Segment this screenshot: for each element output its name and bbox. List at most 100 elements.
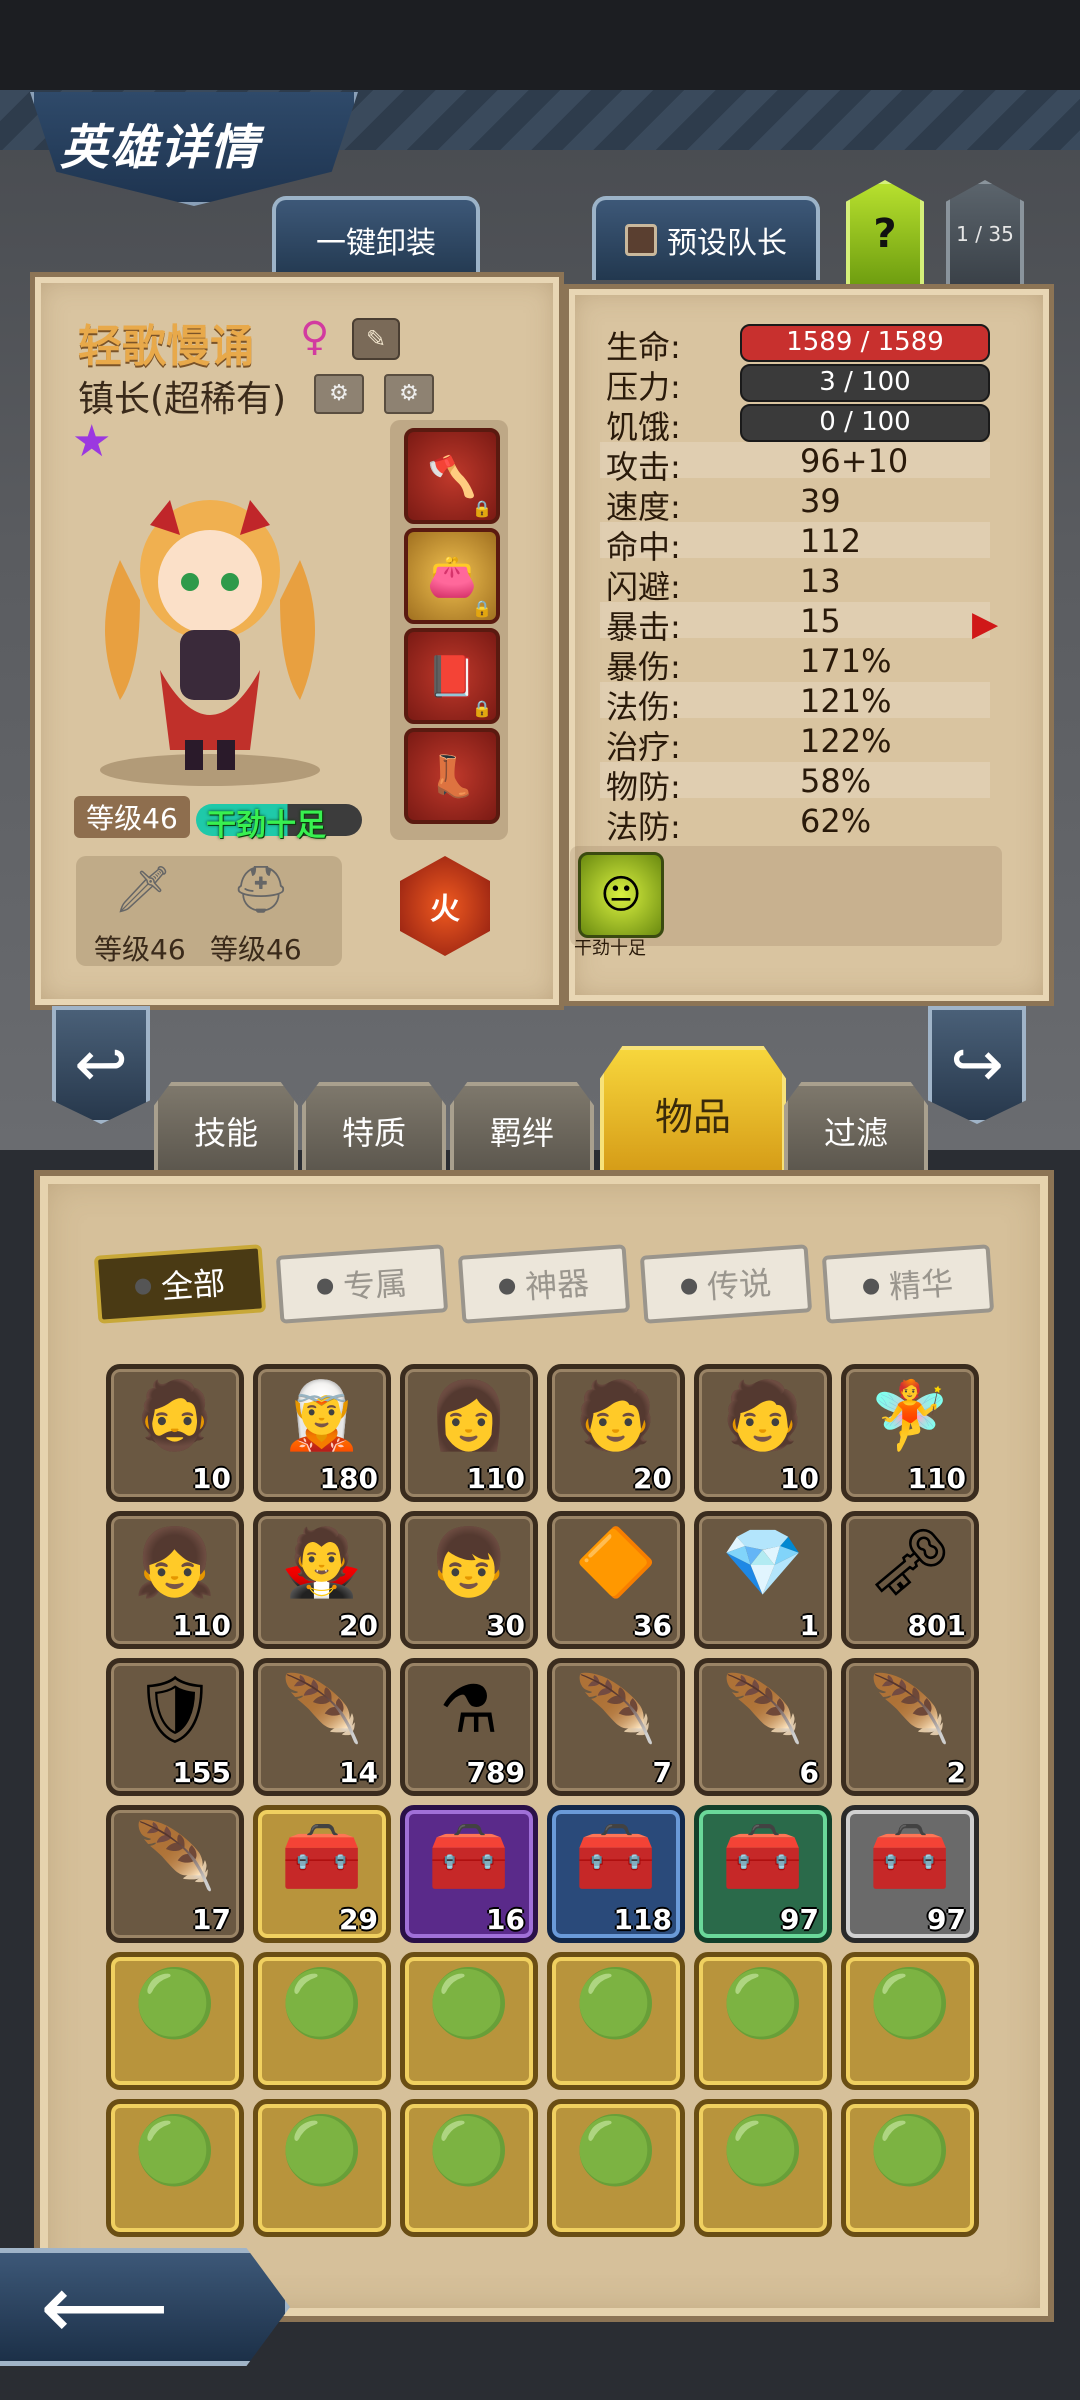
item-count: 20 [633, 1462, 672, 1495]
sword-icon[interactable]: 🗡 [98, 862, 188, 922]
hero-portrait-icon: 🧚 [868, 1377, 952, 1454]
inventory-slot[interactable]: 🪶 14 [253, 1658, 391, 1796]
stat-label: 法防: [606, 808, 681, 846]
hero-pager: 1 / 35 [946, 180, 1024, 288]
green-feather-icon: 🪶 [574, 1671, 658, 1748]
equip-slot-boots[interactable]: 👢 [404, 728, 500, 824]
equip-slot-bag[interactable]: 👛 🔒 [404, 528, 500, 624]
filter-1[interactable]: 专属 [275, 1244, 449, 1324]
inventory-slot[interactable]: 🟢 [400, 2099, 538, 2237]
item-count: 155 [172, 1756, 231, 1789]
inventory-slot[interactable]: 🧰 118 [547, 1805, 685, 1943]
stat-value: 112 [800, 522, 862, 560]
golden-key-icon: 🗝 [868, 1524, 952, 1601]
green-orb-icon: 🟢 [721, 1965, 805, 2042]
boots-icon: 👢 [427, 753, 477, 800]
lock-icon: 🔒 [472, 699, 492, 718]
unequip-all-button[interactable]: 一键卸装 [272, 196, 480, 280]
inventory-slot[interactable]: 🪶 2 [841, 1658, 979, 1796]
female-symbol-icon: ♀ [300, 314, 330, 360]
tab-1[interactable]: 特质 [302, 1082, 446, 1176]
green-orb-icon: 🟢 [868, 1965, 952, 2042]
green-orb-icon: 🟢 [574, 2112, 658, 2189]
filter-0[interactable]: 全部 [93, 1244, 267, 1324]
inventory-slot[interactable]: 🟢 [841, 1952, 979, 2090]
inventory-slot[interactable]: 🧝 180 [253, 1364, 391, 1502]
mood-label: 干劲十足 [206, 808, 326, 843]
stat-bar: 0 / 100 [740, 404, 990, 442]
inventory-slot[interactable]: 🟢 [547, 1952, 685, 2090]
equip-slot-book[interactable]: 📕 🔒 [404, 628, 500, 724]
inventory-slot[interactable]: 🧚 110 [841, 1364, 979, 1502]
tab-0[interactable]: 技能 [154, 1082, 298, 1176]
inventory-slot[interactable]: 👧 110 [106, 1511, 244, 1649]
inventory-slot[interactable]: 🟢 [841, 2099, 979, 2237]
inventory-slot[interactable]: 🧰 16 [400, 1805, 538, 1943]
next-hero-button[interactable]: ↪ [928, 1006, 1026, 1124]
inventory-slot[interactable]: 🧔 10 [106, 1364, 244, 1502]
title-badge-icon[interactable]: ⚙ [314, 374, 364, 414]
inventory-slot[interactable]: 👦 30 [400, 1511, 538, 1649]
treasure-chest-icon: 🧰 [280, 1818, 364, 1895]
trait-icon[interactable]: 😐 [578, 852, 664, 938]
back-button[interactable]: ⟵ [0, 2248, 290, 2366]
expand-arrow-icon[interactable]: ▶ [972, 604, 998, 644]
green-orb-icon: 🟢 [133, 1965, 217, 2042]
green-orb-icon: 🟢 [280, 2112, 364, 2189]
item-count: 16 [486, 1903, 525, 1936]
tab-2[interactable]: 羁绊 [450, 1082, 594, 1176]
helmet-icon[interactable]: ⛑ [216, 862, 306, 922]
purple-feather-icon: 🪶 [721, 1671, 805, 1748]
equip-slot-weapon[interactable]: 🪓 🔒 [404, 428, 500, 524]
inventory-slot[interactable]: 🟢 [694, 1952, 832, 2090]
inventory-slot[interactable]: 👩 110 [400, 1364, 538, 1502]
help-icon: ? [873, 211, 897, 257]
item-count: 110 [907, 1462, 966, 1495]
tab-label: 过滤 [823, 1114, 888, 1152]
prev-hero-button[interactable]: ↩ [52, 1006, 150, 1124]
inventory-slot[interactable]: 🧰 97 [694, 1805, 832, 1943]
inventory-slot[interactable]: 🟢 [106, 1952, 244, 2090]
preset-leader-checkbox[interactable] [625, 224, 657, 256]
tab-4[interactable]: 过滤 [784, 1082, 928, 1176]
title-badge-icon-2[interactable]: ⚙ [384, 374, 434, 414]
inventory-slot[interactable]: 🧛 20 [253, 1511, 391, 1649]
inventory-slot[interactable]: 🧑 20 [547, 1364, 685, 1502]
green-orb-icon: 🟢 [868, 2112, 952, 2189]
inventory-slot[interactable]: 🧰 97 [841, 1805, 979, 1943]
edit-name-button[interactable]: ✎ [352, 318, 400, 360]
inventory-slot[interactable]: ⚗ 789 [400, 1658, 538, 1796]
inventory-slot[interactable]: 🪶 6 [694, 1658, 832, 1796]
inventory-slot[interactable]: 🪶 17 [106, 1805, 244, 1943]
inventory-slot[interactable]: 🟢 [253, 1952, 391, 2090]
filter-dot-icon [316, 1278, 334, 1296]
inventory-slot[interactable]: 🧰 29 [253, 1805, 391, 1943]
stat-row: 生命: 1589 / 1589 [600, 322, 990, 366]
inventory-slot[interactable]: 🧑 10 [694, 1364, 832, 1502]
inventory-slot[interactable]: 🪶 7 [547, 1658, 685, 1796]
hero-portrait[interactable] [60, 470, 360, 790]
green-orb-icon: 🟢 [721, 2112, 805, 2189]
inventory-slot[interactable]: 🟢 [694, 2099, 832, 2237]
tab-3[interactable]: 物品 [600, 1046, 786, 1176]
item-count: 110 [172, 1609, 231, 1642]
inventory-slot[interactable]: 🛡 155 [106, 1658, 244, 1796]
stat-row: 速度: 39 [600, 482, 990, 526]
rarity-star-icon: ★ [72, 416, 112, 467]
inventory-slot[interactable]: 🗝 801 [841, 1511, 979, 1649]
inventory-slot[interactable]: 🔶 36 [547, 1511, 685, 1649]
page-title: 英雄详情 [60, 120, 261, 176]
inventory-slot[interactable]: 🟢 [400, 1952, 538, 2090]
filter-2[interactable]: 神器 [457, 1244, 631, 1324]
inventory-slot[interactable]: 🟢 [253, 2099, 391, 2237]
preset-leader-button[interactable]: 预设队长 [592, 196, 820, 280]
help-button[interactable]: ? [846, 180, 924, 288]
item-count: 1 [799, 1609, 819, 1642]
filter-3[interactable]: 传说 [639, 1244, 813, 1324]
inventory-slot[interactable]: 🟢 [106, 2099, 244, 2237]
inventory-slot[interactable]: 💎 1 [694, 1511, 832, 1649]
orange-gem-icon: 🔶 [574, 1524, 658, 1601]
lock-icon: 🔒 [472, 599, 492, 618]
filter-4[interactable]: 精华 [821, 1244, 995, 1324]
inventory-slot[interactable]: 🟢 [547, 2099, 685, 2237]
